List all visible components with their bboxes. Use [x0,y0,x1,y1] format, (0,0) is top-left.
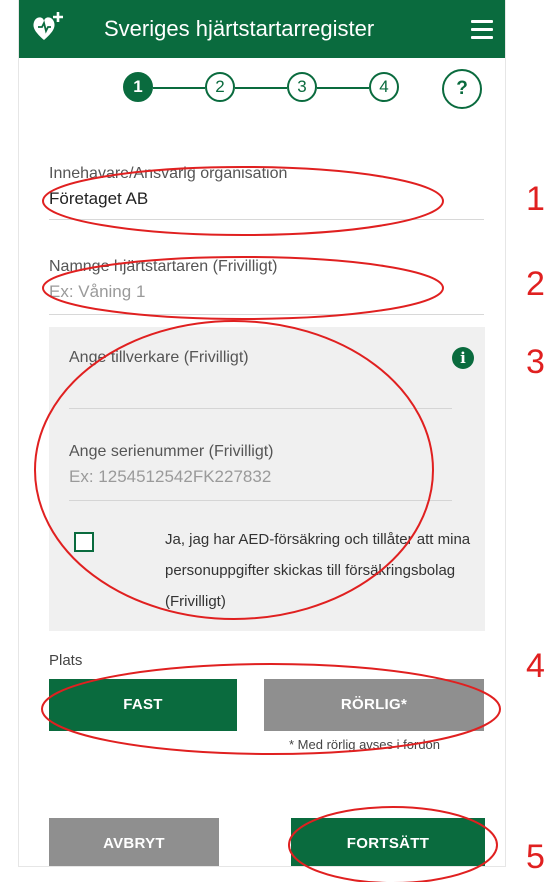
annotation-ellipse-1 [42,166,444,236]
annotation-number-3: 3 [526,343,545,381]
annotation-number-5: 5 [526,838,545,876]
annotation-ellipse-2 [42,256,444,320]
annotation-overlay [34,166,501,882]
annotation-number-4: 4 [526,647,545,685]
annotation-ellipse-5 [288,806,498,882]
screen: Sveriges hjärtstartarregister 1 2 3 4 ? … [0,0,557,882]
annotation-ellipse-4 [41,663,501,755]
annotation-number-2: 2 [526,265,545,303]
annotation-ellipse-3 [34,320,434,620]
annotation-number-1: 1 [526,180,545,218]
